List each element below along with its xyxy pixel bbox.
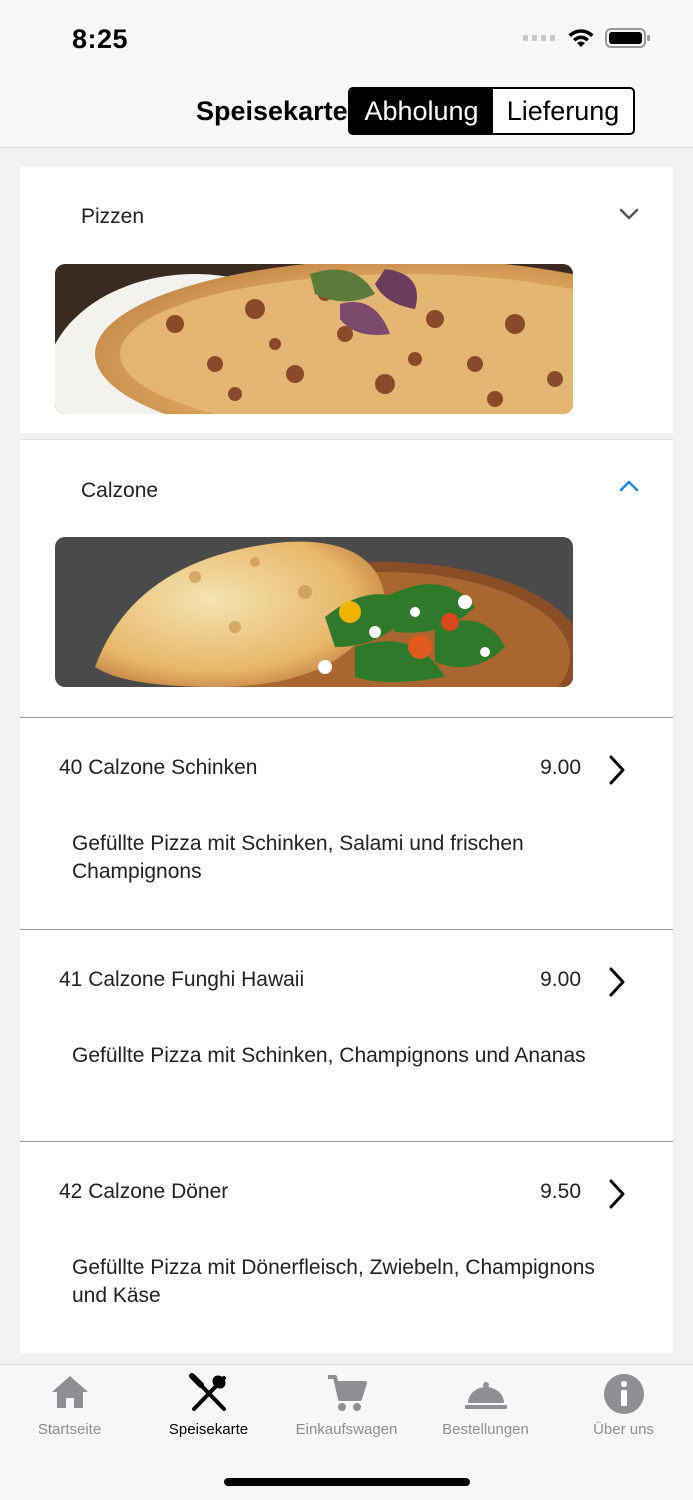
category-title: Calzone [81, 479, 159, 502]
status-time: 8:25 [72, 24, 129, 54]
status-icons [523, 27, 651, 49]
tab-label: Einkaufswagen [295, 1421, 398, 1438]
item-name: 41 Calzone Funghi Hawaii [59, 968, 305, 991]
menu-list: Pizzen Calzone 40 Calzone Schinken 9.00 … [20, 167, 673, 1353]
menu-item[interactable]: 41 Calzone Funghi Hawaii 9.00 Gefüllte P… [20, 929, 673, 1141]
segment-abholung[interactable]: Abholung [350, 89, 493, 133]
cellular-signal-icon [523, 35, 555, 41]
item-price: 9.00 [540, 756, 581, 779]
tab-ueber-uns[interactable]: Über uns [554, 1365, 693, 1455]
item-description: Gefüllte Pizza mit Dönerfleisch, Zwiebel… [72, 1256, 595, 1307]
chevron-up-icon[interactable] [619, 479, 639, 493]
menu-item[interactable]: 42 Calzone Döner 9.50 Gefüllte Pizza mit… [20, 1141, 673, 1353]
category-calzone[interactable]: Calzone [20, 439, 673, 717]
calzone-photo [55, 537, 573, 687]
chevron-down-icon[interactable] [619, 207, 639, 221]
cutlery-icon [188, 1373, 226, 1411]
item-name: 42 Calzone Döner [59, 1180, 229, 1203]
item-description: Gefüllte Pizza mit Schinken, Champignons… [72, 1044, 586, 1067]
menu-item[interactable]: 40 Calzone Schinken 9.00 Gefüllte Pizza … [20, 717, 673, 929]
tab-startseite[interactable]: Startseite [0, 1365, 139, 1455]
page-title: Speisekarte [196, 96, 348, 126]
tab-einkaufswagen[interactable]: Einkaufswagen [277, 1365, 416, 1455]
wifi-icon [568, 29, 594, 47]
category-title: Pizzen [81, 205, 145, 228]
item-price: 9.00 [540, 968, 581, 991]
chevron-right-icon[interactable] [607, 966, 627, 998]
tab-label: Speisekarte [168, 1421, 249, 1438]
info-icon [603, 1374, 644, 1414]
item-price: 9.50 [540, 1180, 581, 1203]
tab-label: Startseite [37, 1421, 102, 1438]
tab-speisekarte[interactable]: Speisekarte [139, 1365, 278, 1455]
battery-icon [605, 28, 650, 48]
chevron-right-icon[interactable] [607, 1178, 627, 1210]
cart-icon [327, 1375, 367, 1411]
category-pizzen[interactable]: Pizzen [20, 167, 673, 433]
item-description: Gefüllte Pizza mit Schinken, Salami und … [72, 832, 524, 883]
tab-label: Bestellungen [442, 1421, 529, 1438]
home-indicator [224, 1478, 470, 1486]
segment-lieferung[interactable]: Lieferung [493, 89, 633, 133]
home-icon [51, 1376, 88, 1408]
status-bar: 8:25 [0, 0, 693, 78]
chevron-right-icon[interactable] [607, 754, 627, 786]
tab-bestellungen[interactable]: Bestellungen [416, 1365, 555, 1455]
cloche-icon [464, 1382, 507, 1409]
order-type-segmented-control[interactable]: Abholung Lieferung [348, 87, 635, 135]
tab-label: Über uns [593, 1421, 654, 1438]
nav-bar: Speisekarte Abholung Lieferung [0, 78, 693, 148]
item-name: 40 Calzone Schinken [59, 756, 258, 779]
pizza-photo [55, 264, 573, 414]
